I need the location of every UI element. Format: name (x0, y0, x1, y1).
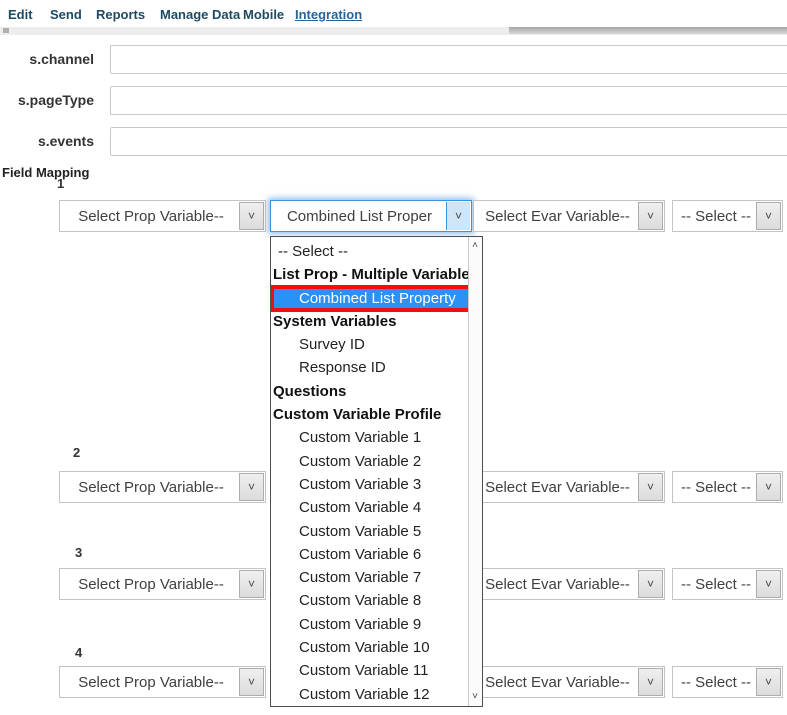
field-mapping-title: Field Mapping (2, 165, 89, 180)
chevron-down-icon: ˅ (647, 210, 654, 222)
prop-variable-select[interactable]: Select Prop Variable-- ˅ (59, 200, 266, 232)
evar-variable-select[interactable]: Select Evar Variable-- ˅ (473, 200, 665, 232)
dropdown-option[interactable]: Combined List Property (271, 287, 468, 310)
dropdown-option[interactable]: Custom Variable 5 (271, 520, 468, 543)
dropdown-options: -- Select --List Prop - Multiple Variabl… (271, 237, 468, 706)
dropdown-option[interactable]: Custom Variable 6 (271, 543, 468, 566)
dropdown-group-label: Custom Variable Profile (271, 403, 468, 426)
select-arrow-button[interactable]: ˅ (756, 570, 781, 598)
extra-select[interactable]: -- Select -- ˅ (672, 568, 783, 600)
select-arrow-button[interactable]: ˅ (756, 202, 781, 230)
list-prop-variable-select[interactable]: Combined List Proper ˅ (270, 200, 472, 232)
evar-variable-select[interactable]: Select Evar Variable-- ˅ (473, 666, 665, 698)
dropdown-group-label: List Prop - Multiple Variable (271, 263, 468, 286)
dropdown-group-label: System Variables (271, 310, 468, 333)
chevron-down-icon: ˅ (647, 676, 654, 688)
scroll-up-icon[interactable]: ˄ (469, 241, 481, 251)
prop-variable-select-value: Select Prop Variable-- (62, 472, 240, 502)
s-events-input[interactable] (110, 127, 787, 156)
row-number: 3 (75, 545, 82, 560)
chevron-down-icon: ˅ (765, 210, 772, 222)
extra-select[interactable]: -- Select -- ˅ (672, 471, 783, 503)
extra-select-value: -- Select -- (675, 472, 757, 502)
dropdown-group-label: Questions (271, 380, 468, 403)
select-arrow-button[interactable]: ˅ (638, 473, 663, 501)
hscroll-left-nub[interactable] (3, 28, 9, 33)
prop-variable-select[interactable]: Select Prop Variable-- ˅ (59, 471, 266, 503)
dropdown-option[interactable]: Custom Variable 3 (271, 473, 468, 496)
row-number: 2 (73, 445, 80, 460)
evar-variable-select-value: Select Evar Variable-- (476, 472, 639, 502)
extra-select[interactable]: -- Select -- ˅ (672, 200, 783, 232)
annotation-box (271, 285, 468, 312)
evar-variable-select[interactable]: Select Evar Variable-- ˅ (473, 568, 665, 600)
nav-item-edit[interactable]: Edit (8, 7, 33, 22)
extra-select-value: -- Select -- (675, 667, 757, 697)
chevron-down-icon: ˅ (248, 578, 255, 590)
evar-variable-select-value: Select Evar Variable-- (476, 569, 639, 599)
evar-variable-select[interactable]: Select Evar Variable-- ˅ (473, 471, 665, 503)
scroll-down-icon[interactable]: ˅ (469, 692, 481, 702)
hscroll-thumb[interactable] (509, 27, 787, 34)
prop-variable-select-value: Select Prop Variable-- (62, 569, 240, 599)
chevron-down-icon: ˅ (248, 676, 255, 688)
s-pagetype-input[interactable] (110, 86, 787, 115)
chevron-down-icon: ˅ (647, 578, 654, 590)
prop-variable-select[interactable]: Select Prop Variable-- ˅ (59, 568, 266, 600)
nav-item-manage-data[interactable]: Manage Data (160, 7, 240, 22)
select-arrow-button[interactable]: ˅ (239, 668, 264, 696)
nav-item-integration[interactable]: Integration (295, 7, 362, 22)
row-number: 1 (57, 176, 64, 191)
select-arrow-button[interactable]: ˅ (756, 473, 781, 501)
field-label-s-events: s.events (0, 133, 94, 149)
dropdown-option[interactable]: Custom Variable 11 (271, 659, 468, 682)
horizontal-scrollbar[interactable] (0, 27, 787, 35)
prop-variable-select[interactable]: Select Prop Variable-- ˅ (59, 666, 266, 698)
dropdown-option[interactable]: Custom Variable 2 (271, 450, 468, 473)
field-label-s-pagetype: s.pageType (0, 92, 94, 108)
field-label-s-channel: s.channel (0, 51, 94, 67)
select-arrow-button[interactable]: ˅ (239, 473, 264, 501)
chevron-down-icon: ˅ (765, 676, 772, 688)
dropdown-option[interactable]: Survey ID (271, 333, 468, 356)
select-arrow-button[interactable]: ˅ (638, 570, 663, 598)
evar-variable-select-value: Select Evar Variable-- (476, 667, 639, 697)
dropdown-option[interactable]: Custom Variable 4 (271, 496, 468, 519)
dropdown-option[interactable]: Custom Variable 8 (271, 589, 468, 612)
prop-variable-select-value: Select Prop Variable-- (62, 201, 240, 231)
select-arrow-button[interactable]: ˅ (239, 570, 264, 598)
extra-select-value: -- Select -- (675, 569, 757, 599)
select-arrow-button[interactable]: ˅ (638, 668, 663, 696)
dropdown-option[interactable]: Custom Variable 1 (271, 426, 468, 449)
s-channel-input[interactable] (110, 45, 787, 74)
dropdown-option[interactable]: -- Select -- (271, 240, 468, 263)
list-prop-dropdown: ˄˅-- Select --List Prop - Multiple Varia… (270, 236, 483, 707)
dropdown-option[interactable]: Response ID (271, 356, 468, 379)
chevron-down-icon: ˅ (647, 481, 654, 493)
prop-variable-select-value: Select Prop Variable-- (62, 667, 240, 697)
select-arrow-button[interactable]: ˅ (638, 202, 663, 230)
evar-variable-select-value: Select Evar Variable-- (476, 201, 639, 231)
nav-item-reports[interactable]: Reports (96, 7, 145, 22)
nav-item-send[interactable]: Send (50, 7, 82, 22)
extra-select[interactable]: -- Select -- ˅ (672, 666, 783, 698)
dropdown-option[interactable]: Custom Variable 10 (271, 636, 468, 659)
nav-item-mobile[interactable]: Mobile (243, 7, 284, 22)
dropdown-scrollbar[interactable]: ˄˅ (468, 237, 482, 706)
select-arrow-button[interactable]: ˅ (756, 668, 781, 696)
dropdown-option[interactable]: Custom Variable 12 (271, 683, 468, 706)
chevron-down-icon: ˅ (248, 481, 255, 493)
select-arrow-button[interactable]: ˅ (446, 202, 470, 230)
select-arrow-button[interactable]: ˅ (239, 202, 264, 230)
chevron-down-icon: ˅ (765, 481, 772, 493)
chevron-down-icon: ˅ (248, 210, 255, 222)
chevron-down-icon: ˅ (455, 210, 462, 222)
dropdown-option[interactable]: Custom Variable 9 (271, 613, 468, 636)
chevron-down-icon: ˅ (765, 578, 772, 590)
row-number: 4 (75, 645, 82, 660)
list-prop-variable-select-value: Combined List Proper (273, 201, 446, 231)
extra-select-value: -- Select -- (675, 201, 757, 231)
dropdown-option[interactable]: Custom Variable 7 (271, 566, 468, 589)
